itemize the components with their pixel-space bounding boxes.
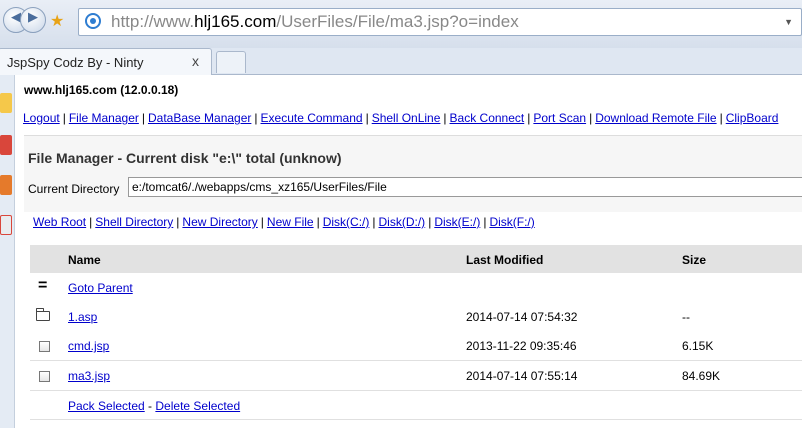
menu-item-separator: | [589,111,593,125]
file-name-link[interactable]: cmd.jsp [68,339,109,353]
menu-item-shell-online[interactable]: Shell OnLine [372,111,441,125]
table-actions-row: Pack Selected - Delete Selected [30,391,802,420]
file-name-link[interactable]: ma3.jsp [68,369,110,383]
quick-link-disk-e[interactable]: Disk(E:/) [434,215,480,229]
browser-toolbar: ◀ ▶ ★ http://www.hlj165.com/UserFiles/Fi… [0,0,802,49]
file-checkbox[interactable] [39,371,50,382]
delete-selected-link[interactable]: Delete Selected [155,399,240,413]
menu-item-execute-command[interactable]: Execute Command [261,111,363,125]
address-bar[interactable]: http://www.hlj165.com/UserFiles/File/ma3… [78,8,802,36]
page-title: File Manager - Current disk "e:\" total … [28,150,342,166]
table-row-parent: = Goto Parent [30,273,802,303]
url-prefix: http://www. [111,12,195,31]
file-modified: 2014-07-14 07:54:32 [466,310,578,324]
menu-item-separator: | [527,111,531,125]
menu-item-separator: | [365,111,369,125]
menu-item-port-scan[interactable]: Port Scan [533,111,586,125]
close-icon[interactable]: x [192,53,199,69]
favorites-sidebar [0,75,15,428]
menu-item-clipboard[interactable]: ClipBoard [726,111,779,125]
tab-jspspy[interactable]: JspSpy Codz By - Ninty x [0,48,212,75]
new-tab-button[interactable] [216,51,246,73]
menu-item-separator: | [719,111,723,125]
feed-icon[interactable] [0,135,12,155]
quick-link-new-file[interactable]: New File [267,215,314,229]
current-directory-input[interactable] [128,177,802,197]
file-size: 84.69K [682,369,721,383]
menu-item-separator: | [254,111,258,125]
star-icon[interactable]: ★ [50,11,64,31]
menu-item-separator: | [62,111,66,125]
file-modified: 2013-11-22 09:35:46 [466,339,577,353]
quick-link-separator: | [372,215,376,229]
forward-button[interactable]: ▶ [20,7,46,33]
file-name-link[interactable]: 1.asp [68,310,97,324]
menu-item-database-manager[interactable]: DataBase Manager [148,111,251,125]
quick-link-separator: | [260,215,264,229]
favorites-star-icon[interactable] [0,93,12,113]
rss-icon[interactable] [0,175,12,195]
quick-link-disk-c[interactable]: Disk(C:/) [323,215,370,229]
menu-item-file-manager[interactable]: File Manager [69,111,139,125]
quick-link-web-root[interactable]: Web Root [33,215,86,229]
menu-item-separator: | [141,111,145,125]
page-content: www.hlj165.com (12.0.0.18) Logout | File M… [16,75,802,428]
file-size: 6.15K [682,339,714,353]
quick-link-new-directory[interactable]: New Directory [182,215,257,229]
quick-link-separator: | [176,215,180,229]
host-line: www.hlj165.com (12.0.0.18) [24,83,179,97]
menu-item-logout[interactable]: Logout [23,111,60,125]
table-row: ma3.jsp 2014-07-14 07:55:14 84.69K [30,361,802,391]
url-path: /UserFiles/File/ma3.jsp?o=index [276,12,519,31]
quick-link-disk-f[interactable]: Disk(F:/) [489,215,534,229]
menu-item-download-remote-file[interactable]: Download Remote File [595,111,716,125]
ie-icon [85,13,101,29]
goto-parent-link[interactable]: Goto Parent [68,281,133,295]
file-checkbox[interactable] [39,341,50,352]
folder-icon [36,308,50,321]
bulk-actions: Pack Selected - Delete Selected [68,399,240,413]
current-directory-label: Current Directory [28,182,120,196]
quick-link-separator: | [89,215,93,229]
file-modified: 2014-07-14 07:55:14 [466,369,578,383]
history-icon[interactable] [0,215,12,235]
forward-arrow-icon: ▶ [28,9,38,24]
tab-bar: JspSpy Codz By - Ninty x [0,48,802,75]
header-size[interactable]: Size [682,253,706,267]
table-row: cmd.jsp 2013-11-22 09:35:46 6.15K [30,331,802,361]
address-url[interactable]: http://www.hlj165.com/UserFiles/File/ma3… [111,12,519,32]
header-name[interactable]: Name [68,253,101,267]
url-host: hlj165.com [194,12,277,31]
action-separator: - [144,399,156,413]
file-manager-panel: File Manager - Current disk "e:\" total … [24,135,802,212]
parent-icon: = [38,277,48,294]
tab-title: JspSpy Codz By - Ninty [7,55,144,70]
quick-link-shell-directory[interactable]: Shell Directory [95,215,173,229]
quick-links: Web Root | Shell Directory | New Directory | N… [33,215,535,229]
chevron-down-icon[interactable]: ▼ [784,17,793,27]
pack-selected-link[interactable]: Pack Selected [68,399,145,413]
table-row: 1.asp 2014-07-14 07:54:32 -- [30,302,802,332]
menu-item-separator: | [443,111,447,125]
menu-item-back-connect[interactable]: Back Connect [450,111,525,125]
header-last-modified[interactable]: Last Modified [466,253,543,267]
quick-link-separator: | [428,215,432,229]
table-header: Name Last Modified Size [30,245,802,273]
quick-link-separator: | [316,215,320,229]
quick-link-separator: | [483,215,487,229]
quick-link-disk-d[interactable]: Disk(D:/) [379,215,426,229]
main-menu: Logout | File Manager | DataBase Manager | Exe… [23,111,778,125]
file-size: -- [682,310,690,324]
